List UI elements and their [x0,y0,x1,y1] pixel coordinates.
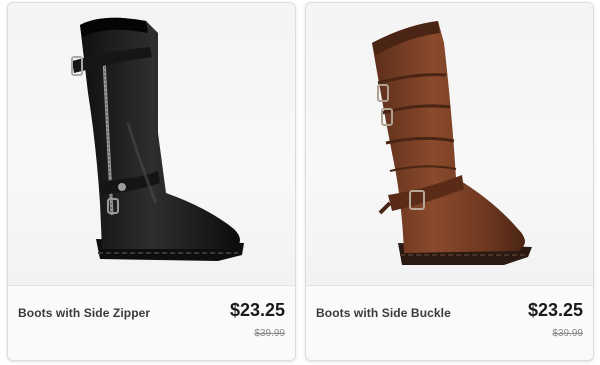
product-footer [306,286,593,360]
product-card[interactable]: Boots with Side Zipper $23.25 $39.99 [7,2,296,361]
sale-price: $23.25 [527,300,583,320]
original-price: $39.99 [254,328,285,339]
sale-price: $23.25 [229,300,285,320]
product-footer [8,286,295,360]
product-card[interactable]: Boots with Side Buckle $23.25 $39.99 [305,2,594,361]
original-price: $39.99 [552,328,583,339]
product-name[interactable]: Boots with Side Buckle [316,306,451,320]
black-boot-image [71,17,244,261]
product-image[interactable] [8,3,295,285]
product-name[interactable]: Boots with Side Zipper [18,306,150,320]
product-image[interactable] [306,3,593,285]
brown-boot-image [372,21,532,265]
